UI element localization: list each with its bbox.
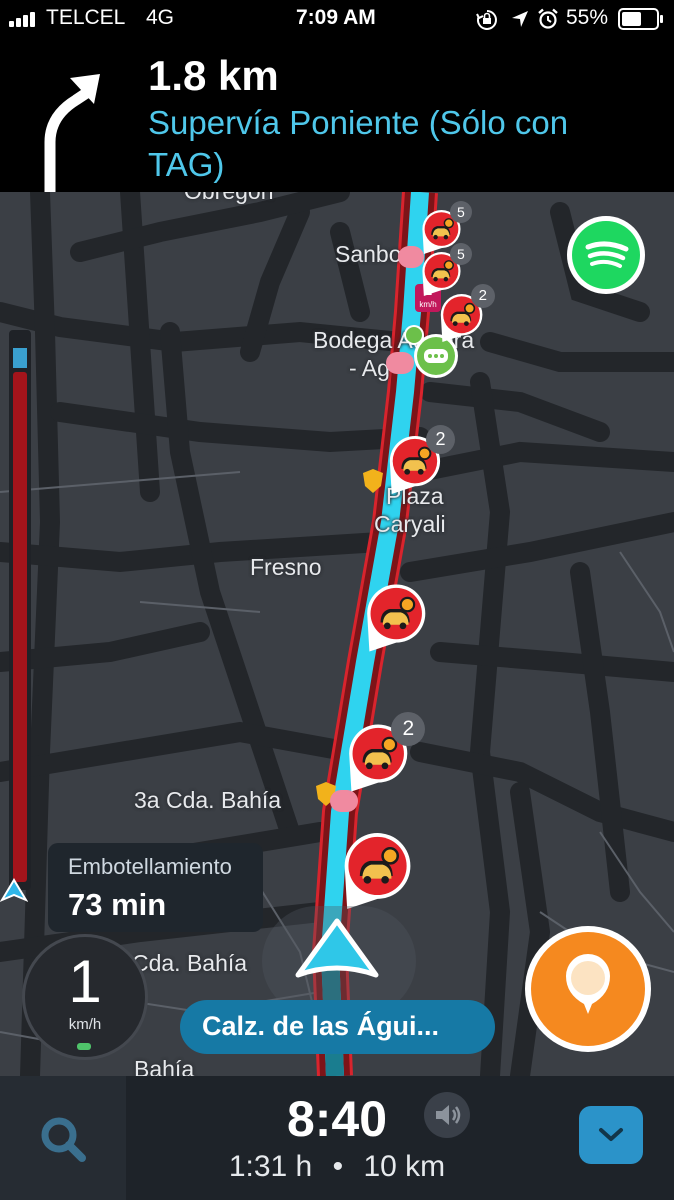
expand-button[interactable] [579,1106,643,1164]
traffic-jam-marker[interactable] [336,828,414,914]
traffic-jam-marker[interactable]: 2 [436,284,495,346]
traffic-jam-marker[interactable]: 2 [342,711,426,796]
speed-unit: km/h [68,1016,102,1033]
traffic-jam-marker[interactable]: 2 [384,424,456,498]
police-icon[interactable] [362,468,384,494]
sound-button[interactable] [424,1092,470,1138]
traffic-jam-marker[interactable] [360,580,428,656]
speaker-icon [436,1105,461,1125]
map-label: - Ag [349,355,390,381]
carrier-name: TELCEL [46,6,126,29]
current-street-name: Calz. de las Águi... [202,1011,440,1041]
traffic-bar-clear [13,348,27,368]
signal-icon [9,11,41,27]
speedometer: 1 km/h [22,934,148,1060]
report-button[interactable] [525,926,651,1052]
navigation-banner[interactable]: 1.8 km Supervía Poniente (Sólo con TAG) [0,38,674,202]
alert-count-badge: 2 [470,284,495,308]
status-time: 7:09 AM [296,6,376,29]
chevron-down-icon [599,1128,623,1141]
traffic-jam-delay: 73 min [68,887,167,922]
current-position-mini-icon [0,878,28,902]
map-label: Bahía [134,1056,195,1076]
traffic-jam-card[interactable]: Embotellamiento 73 min [48,843,263,932]
traffic-jam-icon [344,833,411,909]
spotify-button[interactable] [567,216,645,294]
turn-right-arrow-icon [44,74,100,202]
traffic-progress-bar [9,330,31,890]
map-view[interactable]: Obregón Sanbo Bodega Aurrera - Ag Plaza … [0,192,674,1076]
battery-icon [618,8,663,30]
map-label: Caryali [374,511,446,537]
spotify-icon [572,221,640,289]
traffic-bar-jam [13,372,27,882]
traffic-jam-label: Embotellamiento [68,854,232,879]
map-label: Fresno [250,554,322,580]
network-type: 4G [146,6,175,29]
trip-duration: 1:31 h [228,1150,313,1183]
alert-count-badge: 5 [449,242,472,265]
next-turn-street: Supervía Poniente (Sólo con TAG) [148,104,569,183]
eta-time[interactable]: 8:40 [0,1090,674,1148]
battery-percent: 55% [566,6,609,29]
map-label: Obregón [184,192,274,205]
map-label: Sanbo [335,241,402,267]
trip-separator: • [332,1150,344,1183]
current-speed: 1 [68,948,102,1015]
bottom-bar: 8:40 1:31 h • 10 km [0,1076,674,1200]
status-bar: TELCEL 4G 7:09 AM 55% [0,0,674,38]
alarm-icon [538,8,558,29]
location-arrow-icon [512,11,528,27]
traffic-jam-icon [367,584,426,652]
alert-count-badge: 5 [449,200,472,223]
map-label: 3a Cda. Bahía [134,787,282,813]
next-turn-distance: 1.8 km [148,52,279,99]
current-position-arrow-icon [295,918,379,978]
speed-indicator [77,1043,91,1050]
alert-count-badge: 2 [391,711,426,746]
rotation-lock-icon [476,10,497,30]
current-street-pill[interactable]: Calz. de las Águi... [180,1000,495,1054]
trip-distance: 10 km [363,1150,446,1183]
report-icon [531,932,645,1046]
wazer-avatar[interactable] [386,352,414,374]
alert-count-badge: 2 [426,424,456,454]
trip-summary: 1:31 h • 10 km [0,1150,674,1184]
